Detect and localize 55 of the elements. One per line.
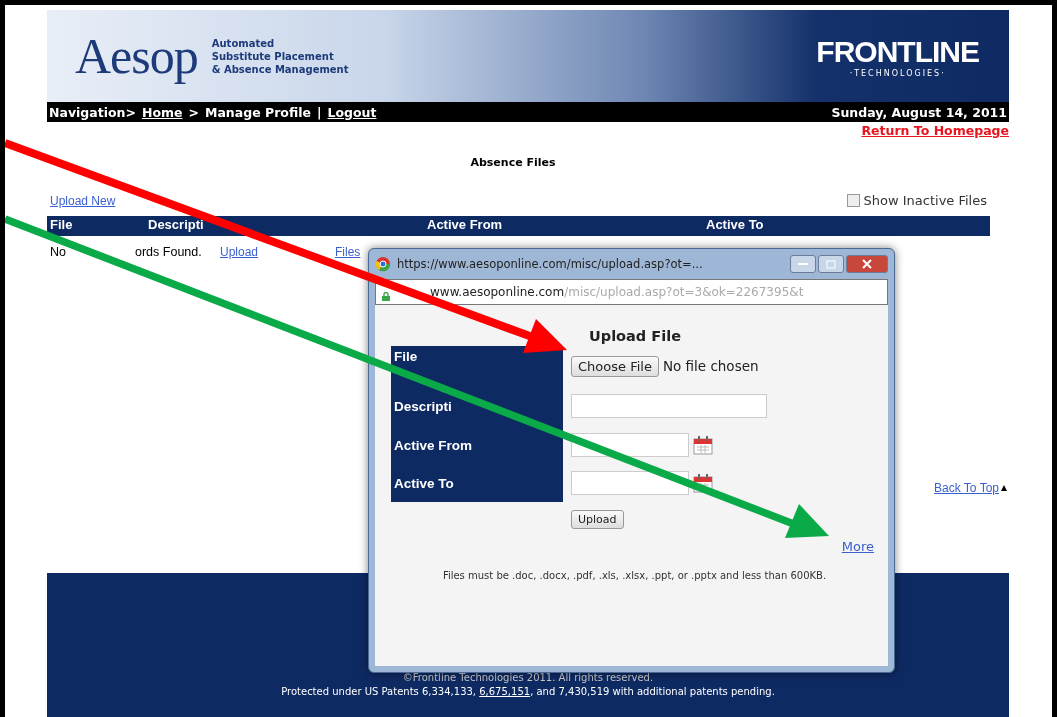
nav-link[interactable]: Home (141, 104, 183, 120)
logo: Aesop (75, 27, 198, 85)
more-link[interactable]: More (841, 539, 874, 554)
file-status: No file chosen (662, 358, 759, 374)
choose-file-button[interactable]: Choose File (571, 355, 659, 377)
patent-notice: Protected under US Patents 6,334,133, 6,675,151, and 7,430,519 with additional patents pending. (281, 686, 775, 697)
browser-icon (375, 256, 391, 272)
brand-logo: FRONTLINE (816, 34, 979, 69)
page-title: Absence Files (470, 156, 556, 169)
field-label: Active From (394, 437, 473, 453)
brand-subtitle: ·TECHNOLOGIES· (849, 68, 946, 78)
upload-link[interactable]: Files (335, 245, 361, 259)
upload-link[interactable]: Upload New (50, 194, 116, 208)
back-to-top-link[interactable]: Back To Top (934, 481, 999, 495)
column-header: Active To (706, 217, 764, 232)
close-button[interactable] (846, 255, 888, 273)
dialog-heading: Upload File (589, 328, 681, 344)
tagline: Substitute Placement (211, 49, 335, 63)
return-link[interactable]: Return To Homepage (861, 123, 1009, 138)
empty-message: ords Found. (135, 245, 202, 259)
column-header: Active From (427, 217, 503, 232)
nav-text: Navigation> (49, 104, 136, 120)
minimize-icon (798, 262, 808, 266)
address-path: /misc/upload.asp?ot=3&ok=2267395&t (564, 285, 804, 299)
tagline: & Absence Management (211, 62, 349, 76)
checkbox-label: Show Inactive Files (863, 193, 987, 208)
file-requirements: Files must be .doc, .docx, .pdf, .xls, .xlsx, .ppt, or .pptx and less than 600KB. (441, 570, 828, 581)
address-host: www.aesoponline.com (430, 285, 565, 299)
column-header: Descripti (148, 217, 204, 232)
tagline: Automated (211, 36, 276, 50)
date: Sunday, August 14, 2011 (831, 104, 1007, 120)
minimize-button[interactable] (790, 255, 816, 273)
nav-text: | (316, 104, 322, 120)
lock-icon (382, 292, 390, 301)
upload-button[interactable]: Upload (571, 510, 624, 529)
column-header: File (50, 217, 73, 232)
empty-message: No (50, 245, 66, 259)
calendar-icon[interactable] (693, 435, 713, 455)
nav-link[interactable]: Logout (327, 104, 377, 120)
maximize-icon (826, 259, 836, 269)
address-bar[interactable]: www.aesoponline.com/misc/upload.asp?ot=3&ok=2267395&t (375, 279, 888, 305)
description-field[interactable] (571, 394, 767, 418)
close-icon (862, 259, 872, 269)
maximize-button[interactable] (818, 255, 844, 273)
date-field[interactable] (571, 471, 689, 495)
window-title: https://www.aesoponline.com/misc/upload.asp?ot=... (397, 257, 704, 271)
field-label: File (394, 349, 418, 364)
field-label: Descripti (394, 398, 452, 414)
checkbox[interactable] (846, 194, 860, 207)
copyright: ©Frontline Technologies 2011. All rights reserved. (402, 672, 654, 683)
nav-text: Manage Profile (205, 104, 311, 120)
up-arrow-icon (1001, 485, 1007, 491)
field-label: Active To (394, 475, 454, 491)
upload-link[interactable]: Upload (220, 245, 259, 259)
nav-text: > (188, 104, 199, 120)
